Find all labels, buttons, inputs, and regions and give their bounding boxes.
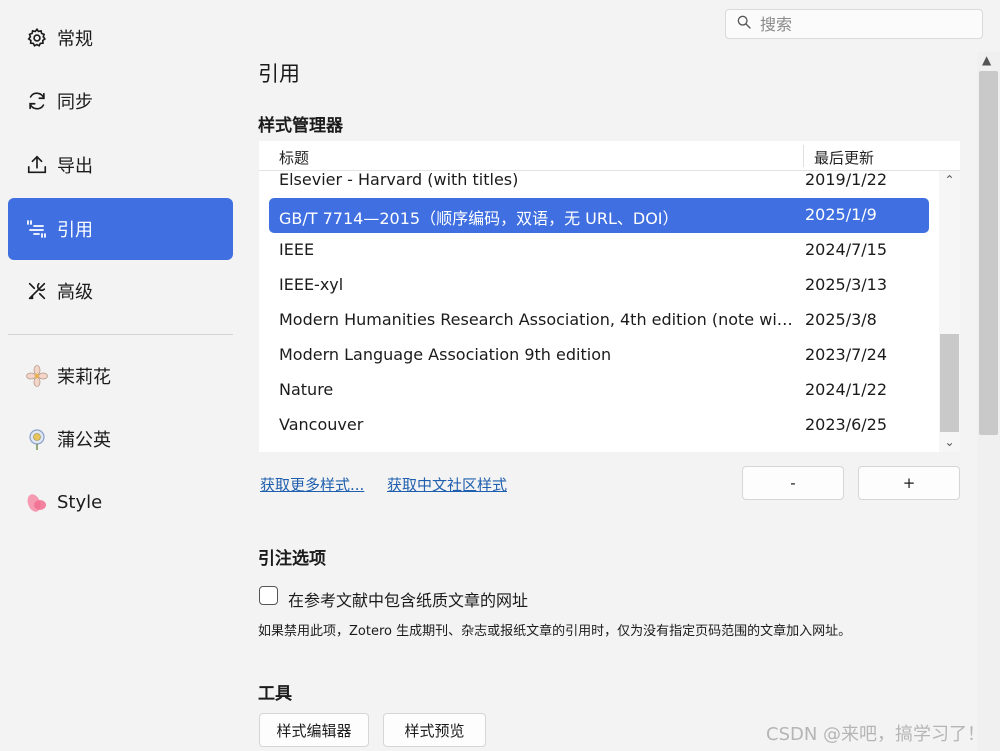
style-date-cell: 2025/3/13 <box>805 275 888 294</box>
style-title-cell: Modern Humanities Research Association, … <box>279 310 797 329</box>
citation-options-title: 引注选项 <box>258 549 326 569</box>
style-title-cell: Vancouver <box>279 415 364 434</box>
table-row-selected[interactable]: GB/T 7714—2015（顺序编码，双语，无 URL、DOI） 2025/1… <box>269 198 929 233</box>
sidebar-item-advanced[interactable]: 高级 <box>8 260 233 322</box>
sidebar-item-jasmine[interactable]: 茉莉花 <box>8 345 233 407</box>
watermark: CSDN @来吧，搞学习了！ <box>766 724 986 745</box>
page-scrollbar[interactable]: ▲ <box>977 52 1000 751</box>
style-date-cell: 2024/1/22 <box>805 380 888 399</box>
table-row[interactable]: Elsevier - Harvard (with titles) 2019/1/… <box>269 163 929 198</box>
style-date-cell: 2025/1/9 <box>805 205 877 224</box>
sidebar-divider <box>8 334 233 335</box>
sidebar-item-label: 引用 <box>57 220 93 241</box>
export-icon <box>25 153 49 177</box>
add-style-button[interactable]: + <box>858 466 960 500</box>
page-title: 引用 <box>258 62 300 86</box>
table-row[interactable]: Vancouver 2023/6/25 <box>269 408 929 443</box>
sidebar-item-style[interactable]: Style <box>8 471 233 533</box>
sidebar-item-label: 蒲公英 <box>57 430 111 451</box>
sidebar-item-export[interactable]: 导出 <box>8 134 233 196</box>
sidebar-item-label: Style <box>57 491 103 513</box>
chevron-down-icon[interactable]: ⌄ <box>943 436 956 449</box>
style-title-cell: Elsevier - Harvard (with titles) <box>279 170 519 189</box>
include-urls-label[interactable]: 在参考文献中包含纸质文章的网址 <box>288 587 528 611</box>
style-icon <box>25 490 49 514</box>
table-row[interactable]: IEEE-xyl 2025/3/13 <box>269 268 929 303</box>
style-title-cell: IEEE <box>279 240 315 259</box>
sidebar: 常规 同步 导出 引用 高级 茉莉花 蒲公英 Style <box>0 0 242 751</box>
page-scrollbar-thumb[interactable] <box>979 71 998 435</box>
style-editor-button[interactable]: 样式编辑器 <box>259 713 369 747</box>
sidebar-item-cite[interactable]: 引用 <box>8 198 233 260</box>
style-title-cell: Nature <box>279 380 334 399</box>
chevron-up-icon[interactable]: ▲ <box>982 53 991 67</box>
style-title-cell: GB/T 7714—2015（顺序编码，双语，无 URL、DOI） <box>279 209 679 228</box>
get-more-styles-link[interactable]: 获取更多样式... <box>260 474 364 495</box>
jasmine-icon <box>25 364 49 388</box>
sidebar-item-label: 茉莉花 <box>57 367 111 388</box>
style-manager-title: 样式管理器 <box>258 116 343 136</box>
style-date-cell: 2023/7/24 <box>805 345 888 364</box>
sidebar-item-label: 同步 <box>57 92 93 113</box>
tools-title: 工具 <box>258 684 292 704</box>
table-row[interactable]: IEEE 2024/7/15 <box>269 233 929 268</box>
tools-icon <box>25 279 49 303</box>
quote-icon <box>25 217 49 241</box>
style-date-cell: 2019/1/22 <box>805 170 888 189</box>
include-urls-checkbox[interactable] <box>259 586 278 605</box>
get-chinese-styles-link[interactable]: 获取中文社区样式 <box>387 474 507 495</box>
sidebar-item-label: 常规 <box>57 29 93 50</box>
table-scrollbar-thumb[interactable] <box>940 334 959 432</box>
table-scrollbar[interactable]: ⌃ ⌄ <box>939 171 960 452</box>
sidebar-item-general[interactable]: 常规 <box>8 7 233 69</box>
sync-icon <box>25 89 49 113</box>
main-content: 引用 样式管理器 标题 最后更新 Elsevier - Harvard (wit… <box>242 0 977 751</box>
style-date-cell: 2025/3/8 <box>805 310 877 329</box>
remove-style-button[interactable]: - <box>742 466 844 500</box>
chevron-up-icon[interactable]: ⌃ <box>943 174 956 187</box>
style-title-cell: Modern Language Association 9th edition <box>279 345 612 364</box>
table-row[interactable]: Modern Language Association 9th edition … <box>269 338 929 373</box>
style-date-cell: 2023/6/25 <box>805 415 888 434</box>
sidebar-item-dandelion[interactable]: 蒲公英 <box>8 408 233 470</box>
table-row[interactable]: Nature 2024/1/22 <box>269 373 929 408</box>
style-table: 标题 最后更新 Elsevier - Harvard (with titles)… <box>259 141 960 452</box>
style-title-cell: IEEE-xyl <box>279 275 344 294</box>
include-urls-hint: 如果禁用此项，Zotero 生成期刊、杂志或报纸文章的引用时，仅为没有指定页码范… <box>258 624 852 639</box>
sidebar-item-label: 导出 <box>57 156 93 177</box>
sidebar-item-label: 高级 <box>57 282 93 303</box>
style-preview-button[interactable]: 样式预览 <box>383 713 486 747</box>
table-row[interactable]: Modern Humanities Research Association, … <box>269 303 929 338</box>
dandelion-icon <box>25 427 49 451</box>
gear-icon <box>25 26 49 50</box>
style-date-cell: 2024/7/15 <box>805 240 888 259</box>
sidebar-item-sync[interactable]: 同步 <box>8 70 233 132</box>
